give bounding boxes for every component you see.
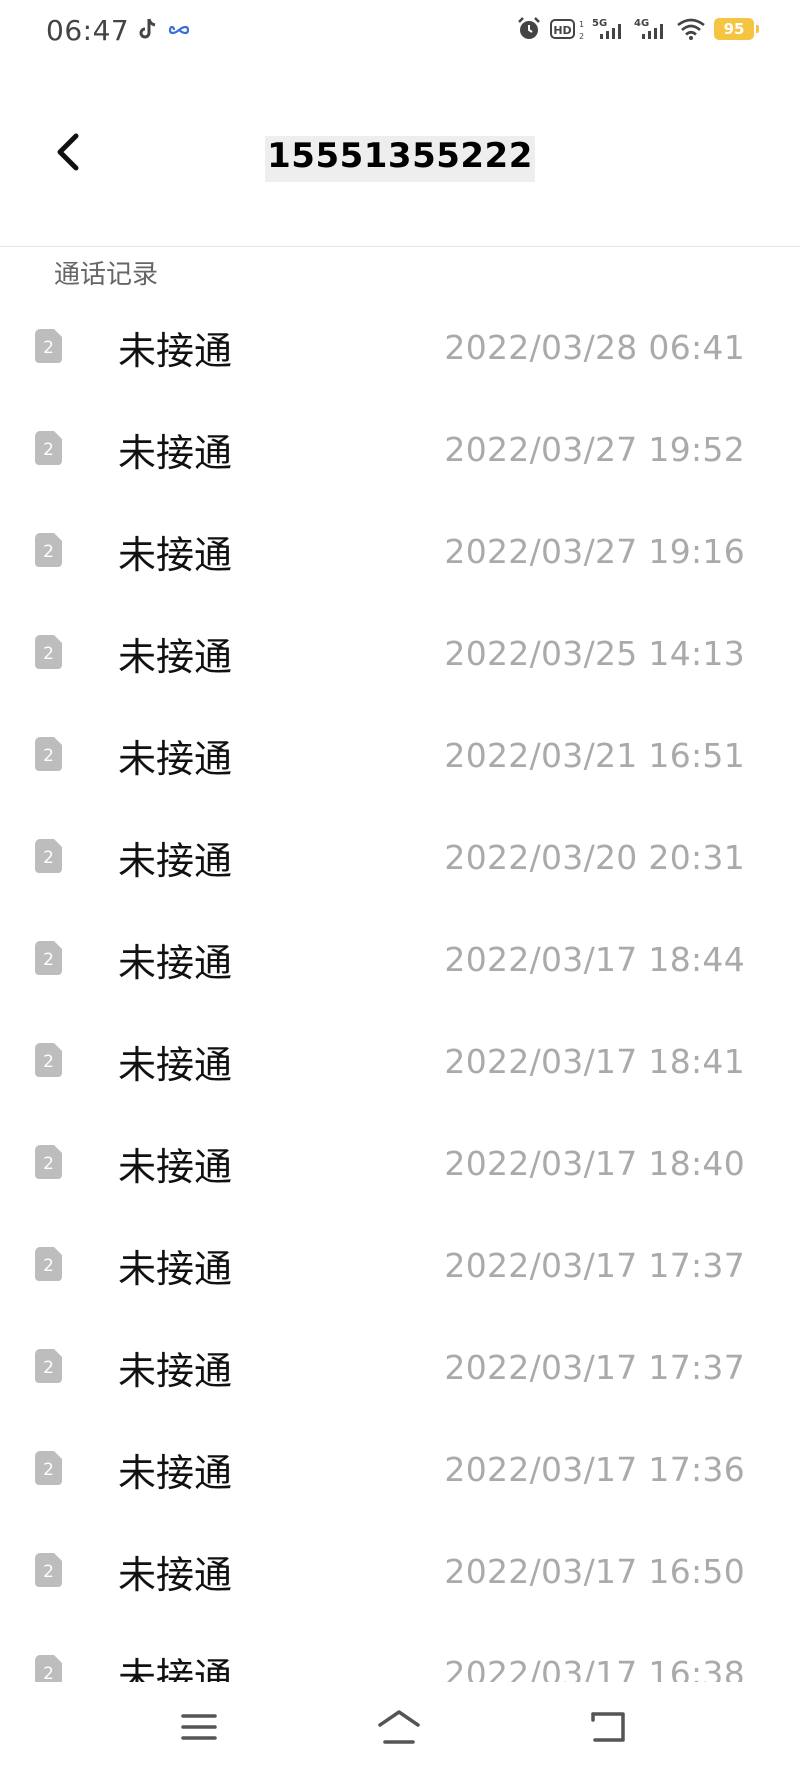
call-status: 未接通 [118, 532, 233, 577]
signal-5g-icon: 5G [592, 16, 626, 42]
sim-number: 2 [43, 746, 54, 766]
call-time: 2022/03/28 06:41 [444, 327, 745, 367]
sim-card-icon: 2 [34, 1450, 63, 1486]
call-status: 未接通 [118, 1552, 233, 1597]
call-status: 未接通 [118, 1654, 233, 1683]
sim-card-icon: 2 [34, 940, 63, 976]
call-time: 2022/03/17 17:36 [444, 1449, 745, 1489]
header: 15551355222 [0, 64, 800, 247]
call-time: 2022/03/17 18:41 [444, 1041, 745, 1081]
sim-number: 2 [43, 1358, 54, 1378]
call-time: 2022/03/17 18:44 [444, 939, 745, 979]
sim-number: 2 [43, 644, 54, 664]
svg-text:2: 2 [579, 32, 584, 41]
sim-number: 2 [43, 440, 54, 460]
call-log-row[interactable]: 2 未接通 2022/03/17 17:37 [0, 1316, 800, 1418]
sim-number: 2 [43, 1664, 54, 1682]
call-status: 未接通 [118, 1246, 233, 1291]
signal-4g-icon: 4G [634, 16, 668, 42]
back-icon [589, 1710, 629, 1748]
call-log-row[interactable]: 2 未接通 2022/03/17 18:40 [0, 1112, 800, 1214]
sim-card-icon: 2 [34, 430, 63, 466]
infinity-icon [168, 22, 190, 41]
sim-number: 2 [43, 1052, 54, 1072]
svg-text:HD: HD [553, 24, 571, 37]
sim-number: 2 [43, 1256, 54, 1276]
sim-card-icon: 2 [34, 328, 63, 364]
sim-card-icon: 2 [34, 634, 63, 670]
hd-icon: HD 1 2 [550, 16, 584, 42]
sim-card-icon: 2 [34, 532, 63, 568]
sim-card-icon: 2 [34, 736, 63, 772]
tiktok-icon [138, 17, 158, 45]
call-status: 未接通 [118, 328, 233, 373]
status-bar: 06:47 HD 1 2 5G 4G 95 [0, 0, 800, 64]
sim-number: 2 [43, 542, 54, 562]
call-status: 未接通 [118, 838, 233, 883]
call-log-row[interactable]: 2 未接通 2022/03/21 16:51 [0, 704, 800, 806]
sim-number: 2 [43, 848, 54, 868]
sim-card-icon: 2 [34, 838, 63, 874]
call-log-row[interactable]: 2 未接通 2022/03/27 19:16 [0, 500, 800, 602]
sim-number: 2 [43, 1460, 54, 1480]
call-time: 2022/03/17 16:38 [444, 1653, 745, 1683]
sim-card-icon: 2 [34, 1246, 63, 1282]
call-time: 2022/03/27 19:52 [444, 429, 745, 469]
battery-icon: 95 [714, 18, 759, 40]
section-label: 通话记录 [54, 260, 159, 290]
call-log-row[interactable]: 2 未接通 2022/03/25 14:13 [0, 602, 800, 704]
sim-number: 2 [43, 950, 54, 970]
svg-text:5G: 5G [592, 18, 607, 29]
sim-card-icon: 2 [34, 1042, 63, 1078]
status-time: 06:47 [46, 14, 130, 47]
menu-button[interactable] [169, 1704, 229, 1754]
call-status: 未接通 [118, 736, 233, 781]
page-title: 15551355222 [0, 136, 800, 182]
nav-back-button[interactable] [579, 1704, 639, 1754]
sim-number: 2 [43, 1154, 54, 1174]
call-log-row[interactable]: 2 未接通 2022/03/17 16:38 [0, 1622, 800, 1682]
call-log-row[interactable]: 2 未接通 2022/03/20 20:31 [0, 806, 800, 908]
call-status: 未接通 [118, 1348, 233, 1393]
call-status: 未接通 [118, 940, 233, 985]
call-time: 2022/03/17 17:37 [444, 1347, 745, 1387]
sim-card-icon: 2 [34, 1144, 63, 1180]
sim-card-icon: 2 [34, 1348, 63, 1384]
home-button[interactable] [369, 1704, 429, 1754]
svg-text:1: 1 [579, 20, 584, 29]
phone-number: 15551355222 [265, 136, 535, 182]
call-log-row[interactable]: 2 未接通 2022/03/17 18:44 [0, 908, 800, 1010]
alarm-icon [516, 16, 542, 42]
wifi-icon [676, 17, 706, 41]
sim-number: 2 [43, 1562, 54, 1582]
call-log-row[interactable]: 2 未接通 2022/03/17 18:41 [0, 1010, 800, 1112]
call-time: 2022/03/21 16:51 [444, 735, 745, 775]
call-log-row[interactable]: 2 未接通 2022/03/17 16:50 [0, 1520, 800, 1622]
sim-number: 2 [43, 338, 54, 358]
call-time: 2022/03/27 19:16 [444, 531, 745, 571]
call-time: 2022/03/17 18:40 [444, 1143, 745, 1183]
menu-icon [181, 1712, 217, 1746]
call-log-row[interactable]: 2 未接通 2022/03/17 17:36 [0, 1418, 800, 1520]
call-status: 未接通 [118, 634, 233, 679]
call-time: 2022/03/25 14:13 [444, 633, 745, 673]
sim-card-icon: 2 [34, 1552, 63, 1588]
call-status: 未接通 [118, 430, 233, 475]
call-status: 未接通 [118, 1450, 233, 1495]
call-time: 2022/03/20 20:31 [444, 837, 745, 877]
call-log-row[interactable]: 2 未接通 2022/03/17 17:37 [0, 1214, 800, 1316]
call-log-row[interactable]: 2 未接通 2022/03/27 19:52 [0, 398, 800, 500]
sim-card-icon: 2 [34, 1654, 63, 1682]
call-status: 未接通 [118, 1042, 233, 1087]
navigation-bar [0, 1682, 800, 1778]
home-icon [377, 1709, 421, 1749]
call-log-row[interactable]: 2 未接通 2022/03/28 06:41 [0, 296, 800, 398]
call-time: 2022/03/17 17:37 [444, 1245, 745, 1285]
call-status: 未接通 [118, 1144, 233, 1189]
call-time: 2022/03/17 16:50 [444, 1551, 745, 1591]
call-log-list: 2 未接通 2022/03/28 06:41 2 未接通 2022/03/27 19:52… [0, 296, 800, 1682]
svg-text:4G: 4G [634, 18, 649, 29]
